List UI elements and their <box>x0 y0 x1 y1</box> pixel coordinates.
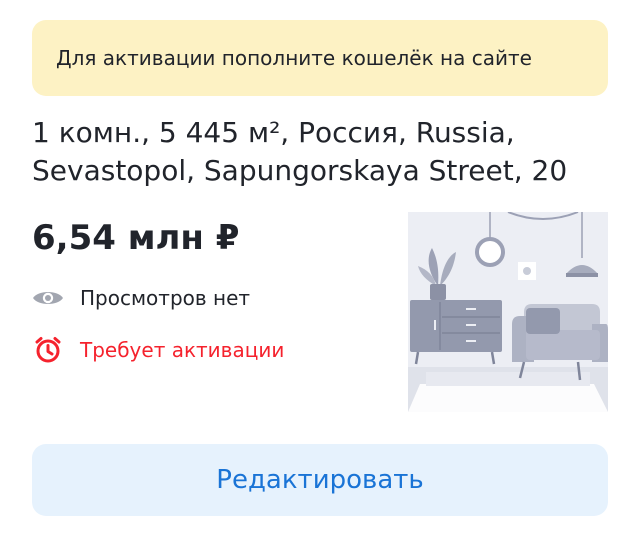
activation-status-text: Требует активации <box>80 338 285 362</box>
eye-icon <box>32 284 64 312</box>
views-row: Просмотров нет <box>32 284 250 312</box>
listing-photo[interactable] <box>408 212 608 412</box>
activation-status-row: Требует активации <box>32 336 284 364</box>
listing-address: 1 комн., 5 445 м², Россия, Russia, Sevas… <box>32 114 592 190</box>
edit-button[interactable]: Редактировать <box>32 444 608 516</box>
wallet-notice-text: Для активации пополните кошелёк на сайте <box>56 46 532 70</box>
wallet-notice-banner: Для активации пополните кошелёк на сайте <box>32 20 608 96</box>
address-line-2: Sevastopol, Sapungorskaya Street, 20 <box>32 154 568 187</box>
address-line-1: 1 комн., 5 445 м², Россия, Russia, <box>32 116 515 149</box>
listing-price: 6,54 млн ₽ <box>32 218 240 258</box>
interior-placeholder-illustration <box>408 212 608 412</box>
views-text: Просмотров нет <box>80 286 251 310</box>
alarm-clock-icon <box>32 336 64 364</box>
